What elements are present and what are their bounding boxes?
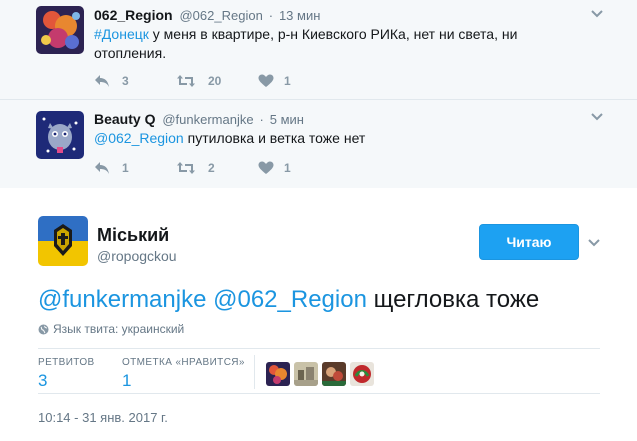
tweet-stats: РЕТВИТОВ 3 ОТМЕТКА «НРАВИТСЯ» 1 xyxy=(38,348,600,394)
main-tweet-body: щегловка тоже xyxy=(373,286,540,313)
avatar[interactable] xyxy=(36,6,84,54)
reply-button[interactable]: 1 xyxy=(94,161,176,175)
tweet-time[interactable]: 13 мин xyxy=(279,8,320,23)
tweet-time[interactable]: 5 мин xyxy=(270,112,304,127)
context-tweet-1[interactable]: 062_Region @062_Region · 13 мин #Донецк … xyxy=(0,0,637,100)
like-button[interactable]: 1 xyxy=(258,161,340,175)
retweets-count: 3 xyxy=(38,371,48,390)
tweet-text: #Донецк у меня в квартире, р-н Киевского… xyxy=(94,25,564,63)
retweet-count: 20 xyxy=(208,74,222,88)
separator-dot: · xyxy=(259,112,264,127)
main-fullname[interactable]: Міський xyxy=(97,225,169,246)
hashtag-link[interactable]: #Донецк xyxy=(94,26,149,42)
tweet-text: @062_Region путиловка и ветка тоже нет xyxy=(94,129,564,148)
main-screenname[interactable]: @ropogckou xyxy=(97,248,177,264)
reply-button[interactable]: 3 xyxy=(94,74,176,88)
retweet-button[interactable]: 2 xyxy=(176,161,258,175)
liker-avatar[interactable] xyxy=(350,362,374,386)
chevron-down-icon[interactable] xyxy=(590,112,604,122)
retweets-stat[interactable]: РЕТВИТОВ 3 xyxy=(38,357,95,391)
like-count: 1 xyxy=(284,74,291,88)
fullname[interactable]: Beauty Q xyxy=(94,111,155,127)
like-button[interactable]: 1 xyxy=(258,74,340,88)
liker-avatar[interactable] xyxy=(266,362,290,386)
globe-icon xyxy=(38,324,49,334)
heart-icon xyxy=(258,161,274,174)
screenname[interactable]: @062_Region xyxy=(179,8,262,23)
avatar[interactable] xyxy=(36,111,84,159)
like-count: 1 xyxy=(284,161,291,175)
mention-link[interactable]: @062_Region xyxy=(94,130,184,146)
retweets-label: РЕТВИТОВ xyxy=(38,357,95,368)
likes-label: ОТМЕТКА «НРАВИТСЯ» xyxy=(122,357,245,368)
likes-stat[interactable]: ОТМЕТКА «НРАВИТСЯ» 1 xyxy=(122,357,245,391)
mention-link[interactable]: @062_Region xyxy=(213,286,367,313)
conversation-context: 062_Region @062_Region · 13 мин #Донецк … xyxy=(0,0,637,188)
retweet-button[interactable]: 20 xyxy=(176,74,258,88)
liker-avatar[interactable] xyxy=(294,362,318,386)
tweet-timestamp: 10:14 - 31 янв. 2017 г. xyxy=(38,410,168,425)
tweet-actions: 1 2 1 xyxy=(94,159,340,177)
tweet-actions: 3 20 1 xyxy=(94,72,340,90)
tweet-text-body: путиловка и ветка тоже нет xyxy=(183,130,366,146)
mention-link[interactable]: @funkermanjke xyxy=(38,286,206,313)
context-tweet-2[interactable]: Beauty Q @funkermanjke · 5 мин @062_Regi… xyxy=(0,101,637,188)
fullname[interactable]: 062_Region xyxy=(94,7,173,23)
retweet-icon xyxy=(177,162,195,174)
chevron-down-icon[interactable] xyxy=(590,9,604,19)
reply-icon xyxy=(95,75,109,87)
language-label: Язык твита: украинский xyxy=(53,322,185,336)
tweet-header: Beauty Q @funkermanjke · 5 мин xyxy=(94,111,304,127)
reply-count: 3 xyxy=(122,74,129,88)
screenname[interactable]: @funkermanjke xyxy=(162,112,253,127)
tweet-language: Язык твита: украинский xyxy=(38,322,184,336)
retweet-count: 2 xyxy=(208,161,215,175)
stats-divider xyxy=(254,355,255,389)
main-tweet-text: @funkermanjke @062_Region щегловка тоже xyxy=(38,285,539,315)
reply-count: 1 xyxy=(122,161,129,175)
tweet-text-body: у меня в квартире, р-н Киевского РИКа, н… xyxy=(94,26,518,61)
reply-icon xyxy=(95,162,109,174)
following-button[interactable]: Читаю xyxy=(479,224,579,260)
likes-count: 1 xyxy=(122,371,132,390)
chevron-down-icon[interactable] xyxy=(587,238,601,248)
separator-dot: · xyxy=(268,8,274,23)
liker-avatars xyxy=(266,362,378,386)
retweet-icon xyxy=(177,75,195,87)
main-avatar[interactable] xyxy=(38,216,88,266)
tweet-header: 062_Region @062_Region · 13 мин xyxy=(94,7,320,23)
heart-icon xyxy=(258,74,274,87)
liker-avatar[interactable] xyxy=(322,362,346,386)
